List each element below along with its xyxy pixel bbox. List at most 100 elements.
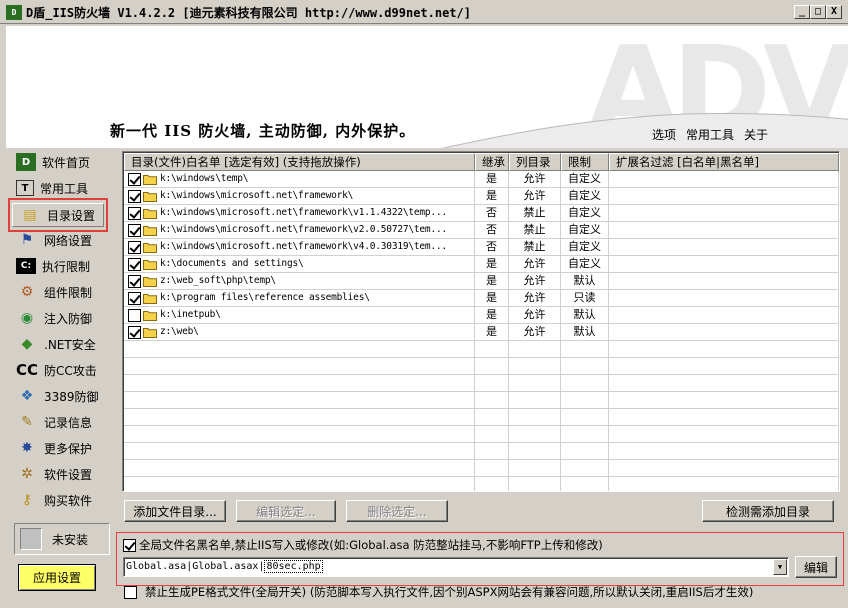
empty-cell [509,443,561,460]
menu-about[interactable]: 关于 [744,126,768,143]
menu-tools[interactable]: 常用工具 [686,126,734,143]
gear-icon: ✲ [21,466,33,482]
sidebar-item-log[interactable]: ✎ 记录信息 [10,410,110,434]
row-checkbox[interactable] [128,223,141,237]
row-inherit-cell: 是 [475,273,509,290]
empty-cell [475,375,509,392]
row-checkbox[interactable] [128,206,141,220]
empty-cell [609,341,839,358]
table-row[interactable]: k:\documents and settings\ 是允许 自定义 [124,256,839,273]
sidebar-item-settings[interactable]: ✲ 软件设置 [10,462,110,486]
sidebar-item-label: 常用工具 [40,181,89,196]
row-checkbox[interactable] [128,325,141,339]
empty-cell [561,341,609,358]
column-header-inherit[interactable]: 继承 [475,153,509,171]
component-icon: ⚙ [20,284,34,300]
close-button[interactable]: X [826,5,842,19]
folder-icon [143,293,157,304]
row-checkbox[interactable] [128,172,141,186]
row-list-cell: 允许 [509,256,561,273]
table-row[interactable]: k:\inetpub\ 是允许 默认 [124,307,839,324]
edit-selected-button[interactable]: 编辑选定... [236,500,336,522]
table-row[interactable] [124,443,839,460]
column-header-limit[interactable]: 限制 [561,153,609,171]
empty-cell [509,460,561,477]
row-checkbox[interactable] [128,189,141,203]
pe-block-checkbox[interactable] [124,585,137,599]
delete-selected-button[interactable]: 删除选定... [346,500,448,522]
table-row[interactable]: k:\windows\temp\ 是允许 自定义 [124,171,839,188]
row-inherit-cell: 是 [475,324,509,341]
sidebar-item-exec-limit[interactable]: C: 执行限制 [10,254,110,278]
window-title: D盾_IIS防火墙 V1.4.2.2 [迪元素科技有限公司 http://www… [26,6,471,20]
top-menu: 选项 常用工具 关于 [652,126,768,143]
row-path-text: z:\web\ [160,326,199,337]
sidebar-item-cc[interactable]: CC 防CC攻击 [10,358,110,382]
table-row[interactable]: k:\windows\microsoft.net\framework\v4.0.… [124,239,839,256]
table-row[interactable] [124,358,839,375]
row-ext-cell [609,171,839,188]
menu-options[interactable]: 选项 [652,126,676,143]
sidebar-item-home[interactable]: D 软件首页 [10,150,110,174]
blacklist-checkbox[interactable] [123,538,136,552]
sidebar-item-3389[interactable]: ❖ 3389防御 [10,384,110,408]
sidebar-item-injection[interactable]: ◉ 注入防御 [10,306,110,330]
add-directory-button[interactable]: 添加文件目录... [124,500,226,522]
table-row[interactable] [124,477,839,491]
sidebar-item-label: .NET安全 [44,337,96,352]
title-bar[interactable]: D D盾_IIS防火墙 V1.4.2.2 [迪元素科技有限公司 http://w… [0,0,848,24]
pe-option-row: 禁止生成PE格式文件(全局开关) (防范脚本写入执行文件,因个别ASPX网站会有… [124,584,753,600]
row-path-text: z:\web_soft\php\temp\ [160,275,276,286]
maximize-button[interactable]: □ [810,5,826,19]
sidebar-item-component-limit[interactable]: ⚙ 组件限制 [10,280,110,304]
column-header-list[interactable]: 列目录 [509,153,561,171]
row-checkbox[interactable] [128,274,141,288]
row-path-cell: k:\program files\reference assemblies\ [124,290,475,307]
sidebar-item-more[interactable]: ✸ 更多保护 [10,436,110,460]
chevron-down-icon[interactable]: ▼ [773,559,787,575]
table-row[interactable]: k:\windows\microsoft.net\framework\v2.0.… [124,222,839,239]
blacklist-edit-button[interactable]: 编辑 [795,556,837,578]
row-inherit-cell: 是 [475,188,509,205]
empty-cell [475,443,509,460]
table-row[interactable] [124,341,839,358]
sidebar-item-buy[interactable]: ⚷ 购买软件 [10,488,110,512]
sidebar-item-directory[interactable]: ▤ 目录设置 [8,198,108,232]
apply-settings-button[interactable]: 应用设置 [18,564,96,591]
table-row[interactable] [124,392,839,409]
row-inherit-cell: 是 [475,307,509,324]
detect-directories-button[interactable]: 检测需添加目录 [702,500,834,522]
row-path-text: k:\inetpub\ [160,309,221,320]
row-list-cell: 允许 [509,290,561,307]
table-row[interactable]: z:\web_soft\php\temp\ 是允许 默认 [124,273,839,290]
table-row[interactable] [124,460,839,477]
sidebar-item-tools[interactable]: T 常用工具 [10,176,110,200]
table-row[interactable] [124,426,839,443]
blacklist-combobox[interactable]: Global.asa|Global.asax| 80sec.php ▼ [123,557,789,577]
row-limit-cell: 自定义 [561,188,609,205]
row-checkbox[interactable] [128,240,141,254]
table-row[interactable]: k:\program files\reference assemblies\ 是允… [124,290,839,307]
minimize-button[interactable]: _ [794,5,810,19]
table-row[interactable]: k:\windows\microsoft.net\framework\ 是允许 自定… [124,188,839,205]
empty-cell [124,358,475,375]
row-checkbox[interactable] [128,308,141,322]
sidebar-item-label: 执行限制 [42,259,91,274]
empty-cell [561,426,609,443]
table-row[interactable] [124,409,839,426]
row-ext-cell [609,256,839,273]
table-row[interactable]: k:\windows\microsoft.net\framework\v1.1.… [124,205,839,222]
sidebar-item-dotnet[interactable]: ◆ .NET安全 [10,332,110,356]
column-header-ext-filter[interactable]: 扩展名过滤 [白名单|黑名单] [609,153,839,171]
row-ext-cell [609,290,839,307]
table-row[interactable] [124,375,839,392]
row-checkbox[interactable] [128,291,141,305]
directory-whitelist-table[interactable]: 目录(文件)白名单 [选定有效] (支持拖放操作) 继承 列目录 限制 扩展名过… [122,151,840,492]
row-inherit-cell: 是 [475,290,509,307]
table-row[interactable]: z:\web\ 是允许 默认 [124,324,839,341]
row-path-text: k:\windows\microsoft.net\framework\v1.1.… [160,207,448,218]
row-checkbox[interactable] [128,257,141,271]
empty-cell [509,375,561,392]
column-header-path[interactable]: 目录(文件)白名单 [选定有效] (支持拖放操作) [124,153,475,171]
sidebar-item-network[interactable]: ⚑ 网络设置 [10,228,110,252]
